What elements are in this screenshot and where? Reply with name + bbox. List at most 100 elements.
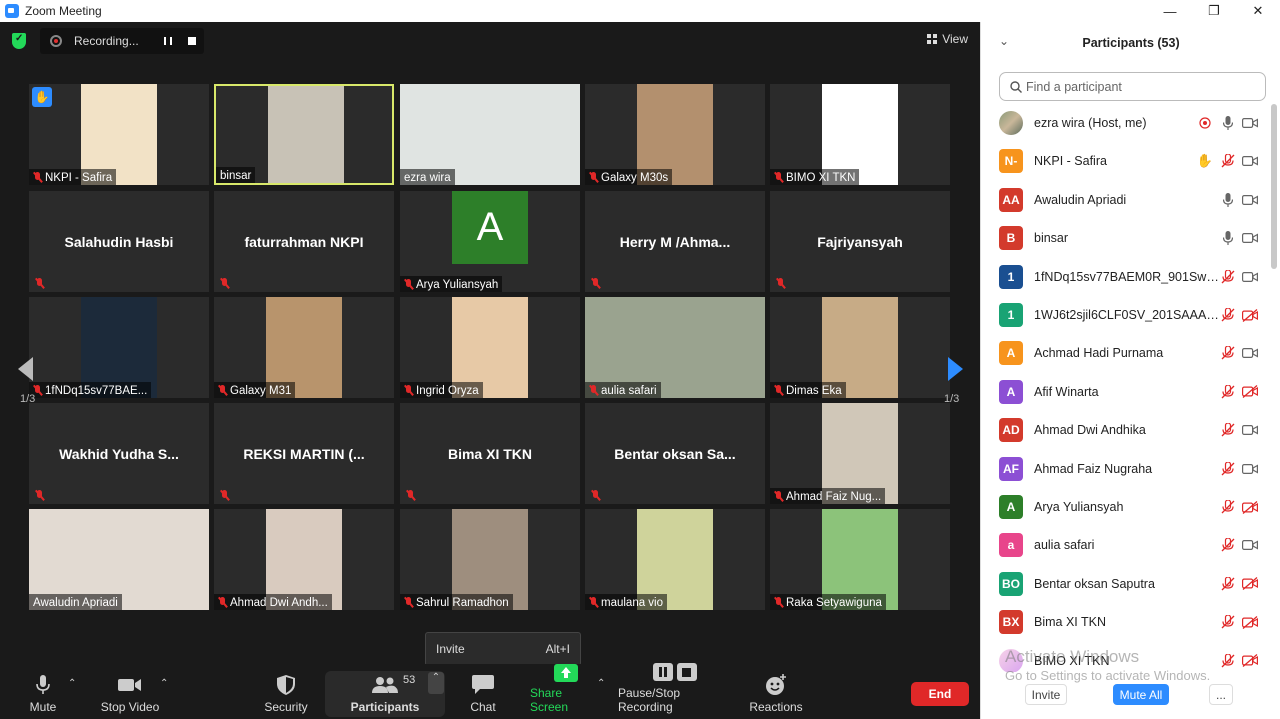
- video-tile[interactable]: Galaxy M30s: [585, 84, 765, 185]
- participants-button[interactable]: 53 Participants: [350, 664, 420, 719]
- video-tile[interactable]: Bima XI TKN: [400, 403, 580, 504]
- video-tile[interactable]: Raka Setyawiguna: [770, 509, 950, 610]
- invite-button[interactable]: Invite: [1025, 684, 1067, 705]
- participant-row[interactable]: AA Awaludin Apriadi: [981, 181, 1271, 219]
- video-tile[interactable]: aulia safari: [585, 297, 765, 398]
- video-tile[interactable]: Wakhid Yudha S...: [29, 403, 209, 504]
- participant-row[interactable]: BO Bentar oksan Saputra: [981, 565, 1271, 603]
- pause-recording-icon[interactable]: [164, 37, 172, 45]
- share-options-caret-icon[interactable]: ⌃: [597, 678, 605, 689]
- participant-row[interactable]: AF Ahmad Faiz Nugraha: [981, 450, 1271, 488]
- participant-row[interactable]: BX Bima XI TKN: [981, 603, 1271, 641]
- mute-all-button[interactable]: Mute All: [1113, 684, 1169, 705]
- video-camera-icon[interactable]: [1242, 461, 1258, 477]
- video-tile[interactable]: Ingrid Oryza: [400, 297, 580, 398]
- pause-stop-recording-button[interactable]: Pause/Stop Recording: [618, 663, 733, 719]
- video-tile[interactable]: Salahudin Hasbi: [29, 191, 209, 292]
- minimize-button[interactable]: —: [1148, 0, 1192, 22]
- invite-popup-label[interactable]: Invite: [436, 642, 465, 656]
- video-tile[interactable]: Sahrul Ramadhon: [400, 509, 580, 610]
- video-camera-icon[interactable]: [1242, 269, 1258, 285]
- video-camera-icon[interactable]: [1242, 192, 1258, 208]
- participant-row[interactable]: AD Ahmad Dwi Andhika: [981, 411, 1271, 449]
- video-tile[interactable]: binsar: [214, 84, 394, 185]
- participant-row[interactable]: N- NKPI - Safira ✋: [981, 142, 1271, 180]
- video-off-icon[interactable]: [1242, 653, 1258, 669]
- muted-microphone-icon[interactable]: [1220, 461, 1236, 477]
- audio-options-caret-icon[interactable]: ⌃: [68, 678, 76, 689]
- reactions-button[interactable]: Reactions: [749, 664, 803, 719]
- muted-microphone-icon[interactable]: [1220, 614, 1236, 630]
- video-camera-icon[interactable]: [1242, 537, 1258, 553]
- video-tile[interactable]: Dimas Eka: [770, 297, 950, 398]
- muted-microphone-icon[interactable]: [1220, 307, 1236, 323]
- muted-microphone-icon[interactable]: [1220, 269, 1236, 285]
- participant-row[interactable]: Bbinsar: [981, 219, 1271, 257]
- video-options-caret-icon[interactable]: ⌃: [160, 678, 168, 689]
- previous-page-arrow-icon[interactable]: [18, 357, 33, 381]
- video-off-icon[interactable]: [1242, 499, 1258, 515]
- muted-microphone-icon[interactable]: [1220, 153, 1236, 169]
- participants-scrollbar[interactable]: [1271, 104, 1277, 664]
- security-button[interactable]: Security: [262, 664, 310, 719]
- video-off-icon[interactable]: [1242, 384, 1258, 400]
- video-tile[interactable]: Galaxy M31: [214, 297, 394, 398]
- video-camera-icon[interactable]: [1242, 422, 1258, 438]
- video-off-icon[interactable]: [1242, 307, 1258, 323]
- participants-options-caret-icon[interactable]: ⌃: [428, 672, 444, 694]
- muted-microphone-icon[interactable]: [1220, 384, 1236, 400]
- participant-row[interactable]: A Arya Yuliansyah: [981, 488, 1271, 526]
- close-button[interactable]: ✕: [1236, 0, 1280, 22]
- video-tile[interactable]: A Arya Yuliansyah: [400, 191, 580, 292]
- muted-microphone-icon[interactable]: [1220, 576, 1236, 592]
- end-meeting-button[interactable]: End: [911, 682, 969, 706]
- participant-row[interactable]: a aulia safari: [981, 526, 1271, 564]
- video-camera-icon[interactable]: [1242, 345, 1258, 361]
- video-tile[interactable]: Fajriyansyah: [770, 191, 950, 292]
- video-tile[interactable]: Herry M /Ahma...: [585, 191, 765, 292]
- invite-popup[interactable]: Invite Alt+I: [425, 632, 581, 666]
- video-tile[interactable]: ✋ NKPI - Safira: [29, 84, 209, 185]
- muted-microphone-icon[interactable]: [1220, 345, 1236, 361]
- video-tile[interactable]: 1fNDq15sv77BAE...: [29, 297, 209, 398]
- video-tile[interactable]: faturrahman NKPI: [214, 191, 394, 292]
- participant-row[interactable]: A Afif Winarta: [981, 373, 1271, 411]
- share-screen-button[interactable]: Share Screen: [530, 664, 602, 719]
- mute-button[interactable]: Mute: [26, 664, 60, 719]
- video-tile[interactable]: Bentar oksan Sa...: [585, 403, 765, 504]
- video-tile[interactable]: Awaludin Apriadi: [29, 509, 209, 610]
- view-button[interactable]: View: [927, 32, 968, 46]
- video-camera-icon[interactable]: [1242, 230, 1258, 246]
- more-options-button[interactable]: ...: [1209, 684, 1233, 705]
- maximize-button[interactable]: ❐: [1192, 0, 1236, 22]
- scrollbar-thumb[interactable]: [1271, 104, 1277, 269]
- video-tile[interactable]: BIMO XI TKN: [770, 84, 950, 185]
- video-tile[interactable]: ezra wira: [400, 84, 580, 185]
- next-page-arrow-icon[interactable]: [948, 357, 963, 381]
- video-off-icon[interactable]: [1242, 614, 1258, 630]
- stop-recording-icon[interactable]: [188, 37, 196, 45]
- muted-microphone-icon[interactable]: [1220, 499, 1236, 515]
- participant-row[interactable]: ezra wira (Host, me): [981, 104, 1271, 142]
- stop-video-button[interactable]: Stop Video: [100, 664, 160, 719]
- video-tile[interactable]: REKSI MARTIN (...: [214, 403, 394, 504]
- muted-microphone-icon[interactable]: [1220, 537, 1236, 553]
- microphone-icon[interactable]: [1220, 230, 1236, 246]
- microphone-icon[interactable]: [1220, 115, 1236, 131]
- participant-row[interactable]: A Achmad Hadi Purnama: [981, 334, 1271, 372]
- participant-search-input[interactable]: [1026, 79, 1256, 94]
- video-off-icon[interactable]: [1242, 576, 1258, 592]
- participant-search-box[interactable]: [999, 72, 1266, 101]
- video-camera-icon[interactable]: [1242, 153, 1258, 169]
- video-tile[interactable]: Ahmad Faiz Nug...: [770, 403, 950, 504]
- participant-row[interactable]: 1 1WJ6t2sjil6CLF0SV_201SAAAAAB...: [981, 296, 1271, 334]
- video-camera-icon[interactable]: [1242, 115, 1258, 131]
- muted-microphone-icon[interactable]: [1220, 422, 1236, 438]
- participant-row[interactable]: 1 1fNDq15sv77BAEM0R_901SwKg...: [981, 258, 1271, 296]
- video-tile[interactable]: Ahmad Dwi Andh...: [214, 509, 394, 610]
- encryption-shield-icon[interactable]: [12, 33, 26, 49]
- muted-microphone-icon[interactable]: [1220, 653, 1236, 669]
- chat-button[interactable]: Chat: [465, 664, 501, 719]
- microphone-icon[interactable]: [1220, 192, 1236, 208]
- video-tile[interactable]: maulana vio: [585, 509, 765, 610]
